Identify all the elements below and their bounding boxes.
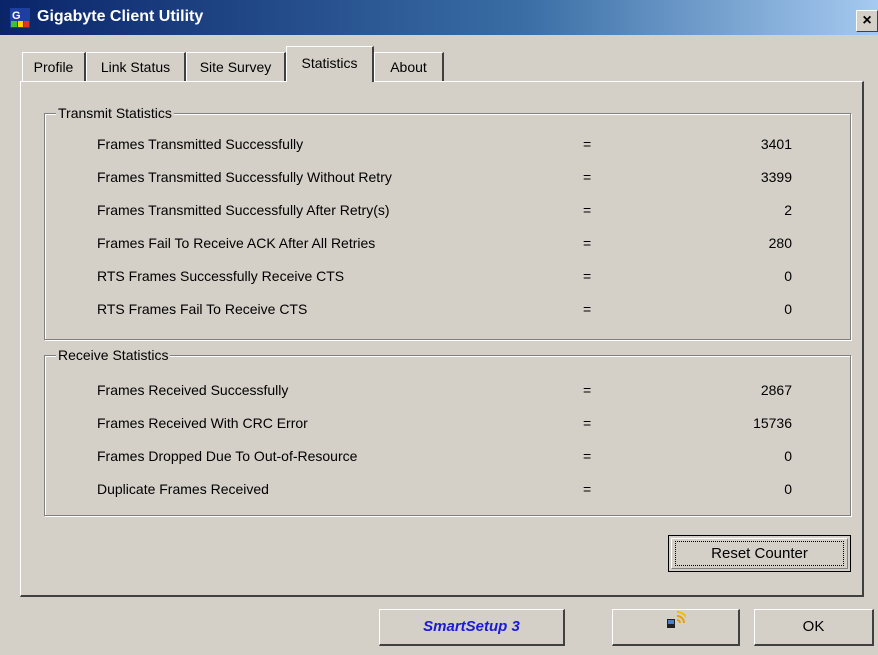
tab-statistics-label: Statistics — [301, 55, 358, 71]
stat-value: 0 — [784, 448, 792, 464]
tab-profile-label: Profile — [33, 59, 74, 75]
wireless-button[interactable] — [612, 609, 740, 646]
wireless-signal-icon — [666, 609, 689, 642]
tab-site-survey-label: Site Survey — [199, 59, 272, 75]
reset-counter-label: Reset Counter — [675, 541, 844, 566]
stat-label: RTS Frames Fail To Receive CTS — [97, 301, 308, 317]
ok-label: OK — [802, 618, 825, 635]
stat-label: Frames Transmitted Successfully After Re… — [97, 202, 390, 218]
stat-equals: = — [583, 268, 592, 284]
stat-equals: = — [583, 481, 592, 497]
reset-counter-button[interactable]: Reset Counter — [668, 535, 851, 572]
stat-equals: = — [583, 169, 592, 185]
stat-label: Frames Transmitted Successfully Without … — [97, 169, 392, 185]
stat-row: Frames Fail To Receive ACK After All Ret… — [45, 233, 850, 253]
gigabyte-app-icon: G — [10, 8, 30, 28]
receive-statistics-title: Receive Statistics — [56, 346, 171, 364]
close-icon: × — [862, 12, 872, 29]
smartsetup-button[interactable]: SmartSetup 3 — [379, 609, 565, 646]
stat-equals: = — [583, 382, 592, 398]
stat-row: RTS Frames Successfully Receive CTS = 0 — [45, 266, 850, 286]
transmit-statistics-title: Transmit Statistics — [56, 104, 174, 122]
tab-about-label: About — [390, 59, 427, 75]
stat-equals: = — [583, 202, 592, 218]
stat-label: Frames Received With CRC Error — [97, 415, 308, 431]
receive-statistics-group: Receive Statistics Frames Received Succe… — [44, 346, 851, 516]
tab-statistics[interactable]: Statistics — [286, 46, 374, 82]
stat-row: Frames Transmitted Successfully After Re… — [45, 200, 850, 220]
window-title: Gigabyte Client Utility — [37, 8, 204, 25]
tab-profile[interactable]: Profile — [22, 52, 86, 82]
transmit-statistics-group: Transmit Statistics Frames Transmitted S… — [44, 104, 851, 340]
stat-label: Frames Transmitted Successfully — [97, 136, 304, 152]
smartsetup-label: SmartSetup 3 — [423, 618, 520, 635]
tab-site-survey[interactable]: Site Survey — [186, 52, 286, 82]
stat-value: 0 — [784, 481, 792, 497]
tab-link-status-label: Link Status — [100, 59, 171, 75]
stat-row: RTS Frames Fail To Receive CTS = 0 — [45, 299, 850, 319]
stat-label: Frames Received Successfully — [97, 382, 289, 398]
stat-value: 280 — [768, 235, 792, 251]
stat-value: 2 — [784, 202, 792, 218]
stat-value: 3401 — [760, 136, 792, 152]
stat-row: Frames Transmitted Successfully Without … — [45, 167, 850, 187]
stat-value: 3399 — [760, 169, 792, 185]
stat-value: 15736 — [753, 415, 792, 431]
stat-equals: = — [583, 301, 592, 317]
stat-equals: = — [583, 235, 592, 251]
stat-row: Frames Received With CRC Error = 15736 — [45, 413, 850, 433]
stat-equals: = — [583, 448, 592, 464]
stat-row: Frames Transmitted Successfully = 3401 — [45, 134, 850, 154]
stat-value: 0 — [784, 268, 792, 284]
stat-row: Duplicate Frames Received = 0 — [45, 479, 850, 499]
tab-about[interactable]: About — [374, 52, 444, 82]
title-bar: G Gigabyte Client Utility × — [0, 0, 878, 35]
stat-label: Frames Fail To Receive ACK After All Ret… — [97, 235, 376, 251]
stat-value: 2867 — [760, 382, 792, 398]
stat-label: Frames Dropped Due To Out-of-Resource — [97, 448, 358, 464]
stat-equals: = — [583, 136, 592, 152]
ok-button[interactable]: OK — [754, 609, 874, 646]
stat-value: 0 — [784, 301, 792, 317]
svg-text:G: G — [12, 10, 21, 22]
tab-link-status[interactable]: Link Status — [86, 52, 186, 82]
stat-label: RTS Frames Successfully Receive CTS — [97, 268, 345, 284]
stat-row: Frames Received Successfully = 2867 — [45, 380, 850, 400]
stat-equals: = — [583, 415, 592, 431]
close-button[interactable]: × — [856, 10, 878, 32]
stat-row: Frames Dropped Due To Out-of-Resource = … — [45, 446, 850, 466]
stat-label: Duplicate Frames Received — [97, 481, 269, 497]
